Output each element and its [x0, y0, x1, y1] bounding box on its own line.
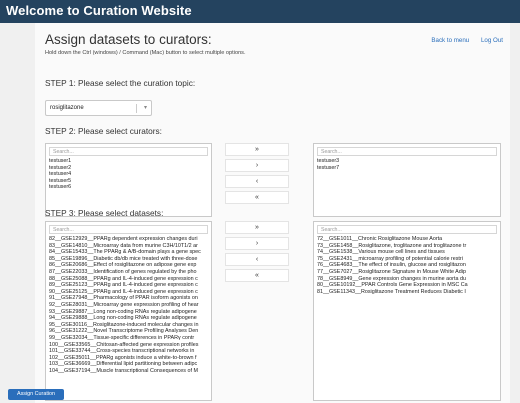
dataset-option[interactable]: 72__GSE1011__Chronic Rosiglitazone Mouse…: [317, 236, 497, 243]
selected-curators-search-input[interactable]: Search...: [317, 147, 497, 156]
curator-option[interactable]: testuser4: [49, 171, 208, 178]
dataset-option[interactable]: 83__GSE14810__Microarray data from murin…: [49, 243, 208, 250]
multi-select-hint: Hold down the Ctrl (windows) / Command (…: [45, 50, 246, 56]
dataset-option[interactable]: 77__GSE7027__Rosiglitazone Signature in …: [317, 269, 497, 276]
dataset-option[interactable]: 101__GSE33744__Cross-species transcripti…: [49, 348, 208, 355]
curators-move-all-right-button[interactable]: »: [225, 143, 289, 156]
curators-search-input[interactable]: Search...: [49, 147, 208, 156]
select-separator: [136, 104, 137, 113]
dataset-option[interactable]: 81__GSE11343__Rosiglitazone Treatment Re…: [317, 289, 497, 296]
datasets-search-input[interactable]: Search...: [49, 225, 208, 234]
dataset-option[interactable]: 84__GSE15433__The PPARg & A/B-domain pla…: [49, 249, 208, 256]
dataset-option[interactable]: 94__GSE29888__Long non-coding RNAs regul…: [49, 315, 208, 322]
curator-option[interactable]: testuser6: [49, 184, 208, 191]
selected-curators-list[interactable]: testuser3 testuser7: [317, 158, 497, 171]
topic-select-value: rosiglitazone: [50, 105, 84, 111]
selected-datasets-list[interactable]: 72__GSE1011__Chronic Rosiglitazone Mouse…: [317, 236, 497, 295]
dataset-option[interactable]: 76__GSE4683__The effect of insulin, gluc…: [317, 262, 497, 269]
dataset-option[interactable]: 103__GSE36669__Differential lipid partit…: [49, 361, 208, 368]
dataset-option[interactable]: 87__GSE22033__Identification of genes re…: [49, 269, 208, 276]
selected-curators-panel: Search... testuser3 testuser7: [313, 143, 501, 217]
dataset-option[interactable]: 85__GSE19896__Diabetic db/db mice treate…: [49, 256, 208, 263]
selected-datasets-panel: Search... 72__GSE1011__Chronic Rosiglita…: [313, 221, 501, 401]
curator-move-buttons: » › ‹ «: [225, 143, 289, 217]
dataset-option[interactable]: 82__GSE12929__PPARg dependent expression…: [49, 236, 208, 243]
datasets-move-left-button[interactable]: ‹: [225, 253, 289, 266]
dataset-option[interactable]: 88__GSE25088__PPARg and IL-4-induced gen…: [49, 276, 208, 283]
top-links: Back to menu Log Out: [421, 37, 503, 44]
curator-option[interactable]: testuser7: [317, 165, 497, 172]
dataset-option[interactable]: 92__GSE28031__Microarray gene expression…: [49, 302, 208, 309]
assign-curation-button[interactable]: Assign Curation: [8, 389, 64, 400]
logout-link[interactable]: Log Out: [481, 37, 503, 44]
dataset-option[interactable]: 73__GSE1458__Rosiglitazone, troglitazone…: [317, 243, 497, 250]
curators-move-right-button[interactable]: ›: [225, 159, 289, 172]
app-title: Welcome to Curation Website: [6, 3, 192, 18]
back-to-menu-link[interactable]: Back to menu: [431, 37, 469, 44]
curator-option[interactable]: testuser3: [317, 158, 497, 165]
dataset-option[interactable]: 100__GSE33565__Chitosan-affected gene ex…: [49, 342, 208, 349]
datasets-move-right-button[interactable]: ›: [225, 237, 289, 250]
step1-label: STEP 1: Please select the curation topic…: [45, 78, 196, 88]
curator-option[interactable]: testuser5: [49, 178, 208, 185]
page-title: Assign datasets to curators:: [45, 32, 212, 47]
main-content: Assign datasets to curators: Hold down t…: [35, 23, 510, 403]
dataset-option[interactable]: 80__GSE10192__PPAR Controls Gene Express…: [317, 282, 497, 289]
available-curators-list[interactable]: testuser1 testuser2 testuser4 testuser5 test…: [49, 158, 208, 191]
dataset-option[interactable]: 93__GSE29887__Long non-coding RNAs regul…: [49, 309, 208, 316]
available-datasets-panel: Search... 82__GSE12929__PPARg dependent …: [45, 221, 212, 401]
dataset-option[interactable]: 102__GSE35011__PPARg agonists induce a w…: [49, 355, 208, 362]
dataset-option[interactable]: 78__GSE8949__Gene expression changes in …: [317, 276, 497, 283]
dataset-option[interactable]: 75__GSE2431__microarray profiling of pot…: [317, 256, 497, 263]
chevron-down-icon[interactable]: ▾: [144, 104, 147, 111]
dataset-option[interactable]: 90__GSE25125__PPARg and IL-4-induced gen…: [49, 289, 208, 296]
curator-option[interactable]: testuser1: [49, 158, 208, 165]
dataset-option[interactable]: 91__GSE27948__Pharmacology of PPAR isofo…: [49, 295, 208, 302]
available-datasets-list[interactable]: 82__GSE12929__PPARg dependent expression…: [49, 236, 208, 398]
dataset-option[interactable]: 99__GSE32034__Tissue-specific difference…: [49, 335, 208, 342]
dataset-option[interactable]: 74__GSE1538__Various mouse cell lines an…: [317, 249, 497, 256]
datasets-move-all-right-button[interactable]: »: [225, 221, 289, 234]
curator-option[interactable]: testuser2: [49, 165, 208, 172]
dataset-move-buttons: » › ‹ «: [225, 221, 289, 295]
topic-select[interactable]: rosiglitazone ▾: [45, 100, 152, 116]
curators-move-left-button[interactable]: ‹: [225, 175, 289, 188]
dataset-option[interactable]: 96__GSE31222__Novel Transcriptome Profil…: [49, 328, 208, 335]
dataset-option[interactable]: 89__GSE25123__PPARg and IL-4-induced gen…: [49, 282, 208, 289]
curators-move-all-left-button[interactable]: «: [225, 191, 289, 204]
selected-datasets-search-input[interactable]: Search...: [317, 225, 497, 234]
top-navbar: Welcome to Curation Website: [0, 0, 520, 23]
available-curators-panel: Search... testuser1 testuser2 testuser4 tes…: [45, 143, 212, 217]
dataset-option[interactable]: 104__GSE37194__Muscle transcriptional Co…: [49, 368, 208, 375]
step3-label: STEP 3: Please select datasets:: [45, 208, 164, 218]
dataset-option[interactable]: 86__GSE20686__Effect of rosiglitazone on…: [49, 262, 208, 269]
datasets-move-all-left-button[interactable]: «: [225, 269, 289, 282]
dataset-option[interactable]: 95__GSE30116__Rosiglitazone-induced mole…: [49, 322, 208, 329]
step2-label: STEP 2: Please select curators:: [45, 126, 162, 136]
